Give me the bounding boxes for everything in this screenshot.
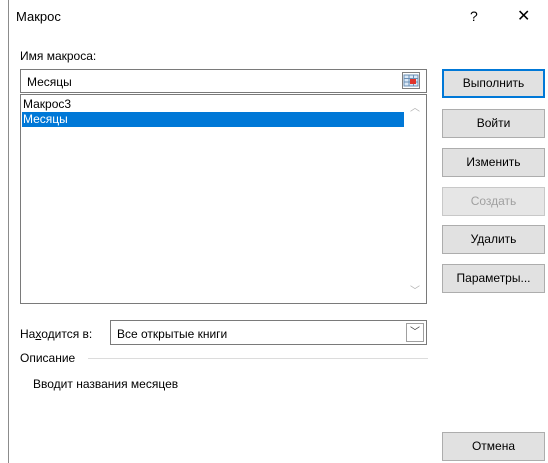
chevron-down-icon[interactable]: ﹀: [406, 323, 424, 342]
description-text: Вводит названия месяцев: [33, 377, 179, 391]
close-button[interactable]: ✕: [517, 6, 530, 26]
edit-button[interactable]: Изменить: [442, 148, 545, 177]
macro-list-item[interactable]: Макрос3: [22, 97, 404, 112]
chevron-up-icon[interactable]: ︿: [410, 99, 420, 114]
run-button[interactable]: Выполнить: [442, 69, 545, 98]
location-select[interactable]: Все открытые книги ﹀: [110, 320, 427, 345]
description-label: Описание: [20, 351, 76, 365]
description-divider: [88, 358, 428, 359]
help-button[interactable]: ?: [470, 8, 478, 24]
reference-picker-icon[interactable]: [402, 72, 420, 89]
dialog-title: Макрос: [16, 9, 61, 24]
step-into-button[interactable]: Войти: [442, 109, 545, 138]
window-left-border: [0, 0, 9, 463]
macro-name-value: Месяцы: [27, 75, 72, 89]
macro-list[interactable]: Макрос3 Месяцы ︿ ﹀: [20, 94, 427, 304]
cancel-button[interactable]: Отмена: [442, 432, 545, 461]
macro-name-label: Имя макроса:: [20, 49, 97, 63]
macro-name-input[interactable]: Месяцы: [20, 69, 427, 93]
chevron-down-icon[interactable]: ﹀: [410, 282, 420, 297]
location-label: Находится в:: [20, 327, 93, 341]
macro-list-item-selected[interactable]: Месяцы: [22, 112, 404, 127]
location-select-value: Все открытые книги: [117, 327, 228, 341]
delete-button[interactable]: Удалить: [442, 225, 545, 254]
options-button[interactable]: Параметры...: [442, 264, 545, 293]
create-button[interactable]: Создать: [442, 187, 545, 216]
